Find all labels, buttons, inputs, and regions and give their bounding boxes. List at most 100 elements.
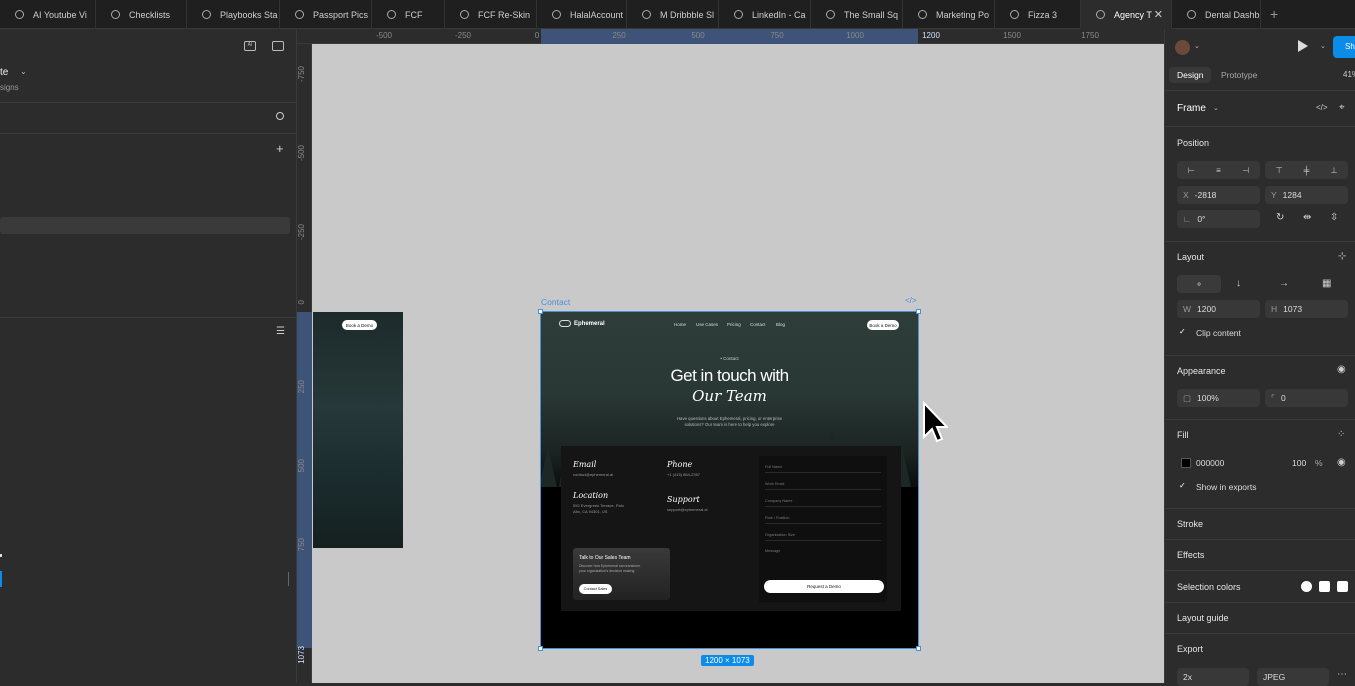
tab-label: FCF Re-Skin: [478, 9, 531, 20]
chevron-down-icon[interactable]: ⌄: [1320, 42, 1326, 50]
clip-content-checkbox[interactable]: ✓: [1179, 327, 1189, 337]
scale-value: 2x: [1183, 672, 1192, 682]
ruler-selection-range: [297, 312, 312, 648]
radius-value: 0: [1280, 393, 1286, 403]
tab-dribbble[interactable]: M Dribbble Sl: [627, 0, 719, 29]
component-icon[interactable]: ⌖: [1339, 102, 1345, 113]
page-list-item-selected[interactable]: [0, 217, 290, 234]
close-tab-icon[interactable]: ✕: [1154, 8, 1163, 21]
file-title[interactable]: te: [0, 67, 8, 78]
collapse-layers-icon[interactable]: ☰: [276, 326, 285, 337]
frame-type-label[interactable]: Frame: [1177, 103, 1206, 114]
chevron-down-icon[interactable]: ⌄: [1213, 104, 1219, 112]
h-value: 1073: [1283, 304, 1303, 314]
auto-layout-icon[interactable]: ⊹: [1338, 251, 1346, 262]
tab-design[interactable]: Design: [1169, 67, 1212, 83]
resize-handle[interactable]: [538, 646, 543, 651]
tab-fizza[interactable]: Fizza 3: [995, 0, 1081, 29]
x-field[interactable]: X -2818: [1177, 186, 1260, 204]
fill-opacity[interactable]: 100: [1292, 458, 1306, 468]
layout-horizontal-icon[interactable]: →: [1279, 278, 1289, 289]
chevron-down-icon[interactable]: ⌄: [20, 67, 27, 76]
layout-vertical-icon[interactable]: ↓: [1236, 278, 1241, 289]
stroke-heading[interactable]: Stroke: [1177, 519, 1203, 529]
canvas[interactable]: -500 -250 0 250 500 750 1000 1200 1500 1…: [297, 29, 1164, 683]
resize-handle[interactable]: [538, 309, 543, 314]
eye-icon[interactable]: ◉: [1337, 457, 1346, 468]
tab-fcf-reskin[interactable]: FCF Re-Skin: [445, 0, 537, 29]
rotate-icon[interactable]: ↻: [1276, 212, 1284, 223]
selection-color-swatch[interactable]: [1301, 581, 1312, 592]
resize-handle[interactable]: [916, 309, 921, 314]
tab-fcf[interactable]: FCF: [372, 0, 445, 29]
search-icon[interactable]: [276, 112, 284, 120]
code-icon[interactable]: </>: [1316, 103, 1328, 112]
selection-color-swatch[interactable]: [1319, 581, 1330, 592]
adjacent-frame[interactable]: Book a Demo: [313, 312, 403, 548]
flip-horizontal-icon[interactable]: ⇹: [1303, 212, 1311, 223]
tab-dental[interactable]: Dental Dashb: [1172, 0, 1261, 29]
zoom-level[interactable]: 41%: [1343, 70, 1355, 79]
height-field[interactable]: H 1073: [1265, 300, 1348, 318]
export-format-select[interactable]: JPEG: [1257, 668, 1329, 686]
figma-file-icon: [15, 10, 24, 19]
width-field[interactable]: W 1200: [1177, 300, 1260, 318]
layout-grid-icon[interactable]: ▦: [1322, 278, 1331, 289]
align-right-icon[interactable]: ⊣: [1242, 166, 1249, 175]
corner-radius-field[interactable]: ⌜ 0: [1265, 389, 1348, 407]
ruler-tick: 0: [534, 31, 540, 40]
rotation-field[interactable]: ∟ 0°: [1177, 210, 1260, 228]
layout-guide-heading[interactable]: Layout guide: [1177, 613, 1229, 623]
new-tab-icon[interactable]: +: [1270, 6, 1278, 22]
styles-grid-icon[interactable]: ⁘: [1337, 429, 1345, 440]
y-field[interactable]: Y 1284: [1265, 186, 1348, 204]
effects-heading[interactable]: Effects: [1177, 550, 1204, 560]
flip-vertical-icon[interactable]: ⇳: [1330, 212, 1338, 223]
horizontal-align-group: ⊢ ≡ ⊣: [1177, 161, 1260, 179]
figma-file-icon: [295, 10, 304, 19]
opacity-field[interactable]: ▢ 100%: [1177, 389, 1260, 407]
tab-small-square[interactable]: The Small Sq: [811, 0, 903, 29]
tab-label: Passport Pics: [313, 9, 369, 20]
chevron-down-icon[interactable]: ⌄: [1194, 42, 1200, 50]
sidebar-toggle-icon[interactable]: [272, 41, 284, 51]
tab-linkedin[interactable]: LinkedIn - Ca: [719, 0, 811, 29]
fill-hex[interactable]: 000000: [1196, 458, 1224, 468]
tab-agency-active[interactable]: Agency T ✕: [1081, 0, 1172, 29]
frame-label[interactable]: Contact: [541, 297, 570, 307]
align-top-icon[interactable]: ⊤: [1276, 166, 1283, 175]
tab-bar: AI Youtube Vi Checklists Playbooks Sta P…: [0, 0, 1355, 29]
tab-halal-account[interactable]: HalalAccount: [537, 0, 627, 29]
show-in-exports-checkbox[interactable]: ✓: [1179, 481, 1186, 490]
tab-playbooks[interactable]: Playbooks Sta: [187, 0, 280, 29]
figma-file-icon: [202, 10, 211, 19]
opacity-value: 100%: [1197, 393, 1219, 403]
fill-color-swatch[interactable]: [1181, 458, 1191, 468]
book-demo-button[interactable]: Book a Demo: [342, 320, 377, 330]
layout-freeform-icon[interactable]: ⚬: [1177, 275, 1221, 293]
figma-file-icon: [734, 10, 743, 19]
more-options-icon[interactable]: ⋯: [1337, 669, 1347, 680]
avatar[interactable]: [1175, 40, 1190, 55]
tab-prototype[interactable]: Prototype: [1221, 70, 1257, 80]
share-button[interactable]: Share: [1333, 36, 1355, 58]
ai-icon[interactable]: AI: [244, 41, 256, 51]
align-left-icon[interactable]: ⊢: [1188, 166, 1195, 175]
vertical-align-group: ⊤ ╪ ⊥: [1265, 161, 1348, 179]
code-icon[interactable]: </>: [905, 296, 917, 305]
align-center-h-icon[interactable]: ≡: [1216, 166, 1221, 175]
resize-handle[interactable]: [916, 646, 921, 651]
selection-color-swatch[interactable]: [1337, 581, 1348, 592]
play-icon[interactable]: [1298, 40, 1308, 52]
eye-icon[interactable]: ◉: [1337, 364, 1346, 375]
tab-marketing[interactable]: Marketing Po: [903, 0, 995, 29]
export-scale-select[interactable]: 2x: [1177, 668, 1249, 686]
figma-file-icon: [918, 10, 927, 19]
tab-passport-pics[interactable]: Passport Pics: [280, 0, 372, 29]
add-page-icon[interactable]: +: [276, 141, 284, 156]
align-middle-icon[interactable]: ╪: [1304, 166, 1310, 175]
h-label: H: [1271, 304, 1278, 314]
tab-ai-youtube[interactable]: AI Youtube Vi: [0, 0, 96, 29]
tab-checklists[interactable]: Checklists: [96, 0, 187, 29]
align-bottom-icon[interactable]: ⊥: [1330, 166, 1337, 175]
